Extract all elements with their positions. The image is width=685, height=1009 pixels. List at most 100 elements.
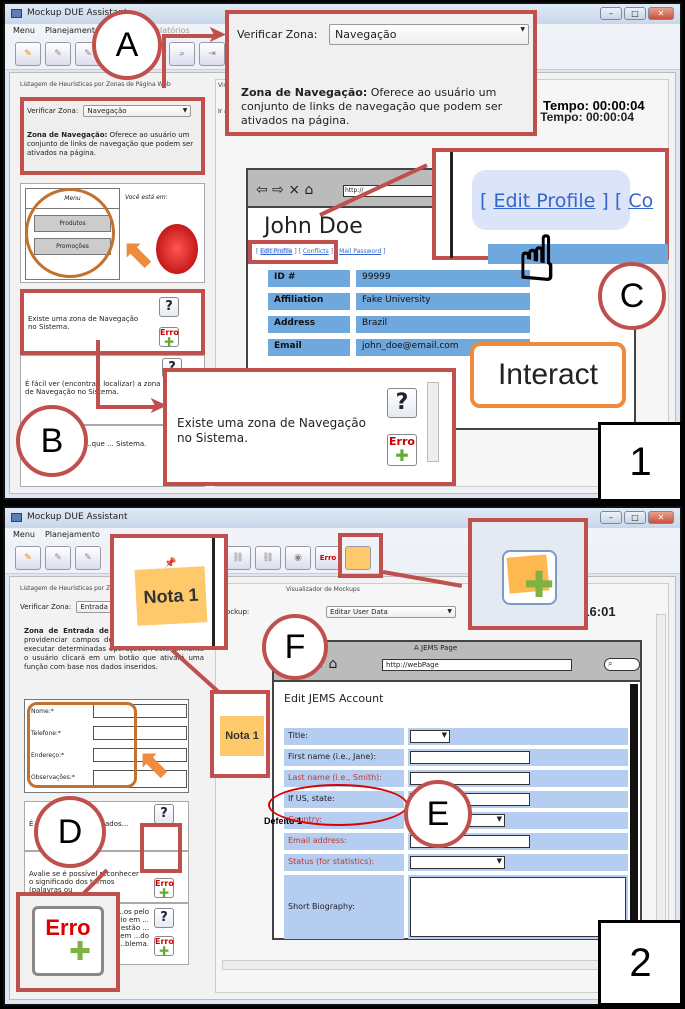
callout-c-label: C: [598, 262, 666, 330]
form-field-label: First name (i.e., Jane):: [284, 749, 404, 766]
zoom-callout-add-note: ✚: [468, 518, 588, 630]
close-button[interactable]: ✕: [648, 7, 674, 20]
form-select[interactable]: ▼: [410, 730, 450, 743]
timer-zoom: Tempo: 00:00:04: [543, 98, 645, 113]
menu-item-planejamento[interactable]: Planejamento: [45, 530, 100, 540]
new-project-icon[interactable]: ✎: [15, 546, 41, 570]
close-button[interactable]: ✕: [648, 511, 674, 524]
verify-zone-label-zoom: Verificar Zona:: [237, 28, 318, 41]
verify-zone-select[interactable]: Navegação: [83, 105, 192, 117]
heuristic-text: Existe uma zona de Navegação no Sistema.: [28, 315, 139, 331]
mail-password-link[interactable]: Mail Password: [339, 248, 381, 255]
help-button[interactable]: ?: [154, 908, 174, 928]
row-value: Brazil: [356, 316, 530, 333]
add-error-button-zoom[interactable]: Erro ✚: [387, 434, 417, 466]
row-label: Address: [268, 316, 350, 333]
vertical-scrollbar[interactable]: [656, 614, 666, 934]
panel-number-2: 2: [598, 920, 683, 1006]
callout-b-label: B: [16, 405, 88, 477]
callout-connector: [96, 340, 100, 408]
mockup-window-title: A JEMS Page: [414, 644, 458, 652]
zone-title-zoom: Zona de Navegação:: [241, 86, 368, 99]
you-are-label: Você está em:: [125, 194, 168, 201]
help-button[interactable]: ?: [159, 297, 179, 317]
arrow-right-icon: ➤: [148, 391, 169, 419]
horizontal-scrollbar[interactable]: [222, 960, 638, 970]
zoom-callout-b: Existe uma zona de Navegação no Sistema.…: [163, 368, 456, 486]
add-error-button[interactable]: Erro ✚: [159, 327, 179, 348]
row-label: Email: [268, 339, 350, 356]
scrollbar[interactable]: [427, 382, 439, 462]
note-placed-highlight: Nota 1: [210, 690, 270, 778]
callout-connector: [162, 34, 166, 88]
toolbar-note-highlight: [338, 533, 383, 578]
open-project-icon[interactable]: ✎: [45, 42, 71, 66]
plus-icon: ✚: [69, 937, 91, 967]
callout-f-label: F: [262, 614, 328, 680]
search-icon: ⌕: [604, 658, 640, 671]
app-icon: [11, 9, 22, 18]
zoom-callout-a: Verificar Zona: Navegação Zona de Navega…: [225, 10, 537, 136]
left-header: Listagem de Heurísticas por Zonas de Pág…: [20, 81, 171, 88]
minimize-button[interactable]: –: [600, 7, 622, 20]
verify-zone-label: Verificar Zona:: [27, 107, 79, 115]
note-small: Nota 1: [220, 716, 264, 756]
add-error-button[interactable]: Erro ✚: [154, 936, 174, 957]
highlight-rounded-box: [27, 702, 137, 788]
new-project-icon[interactable]: ✎: [15, 42, 41, 66]
menu-item-menu[interactable]: Menu: [13, 530, 35, 540]
orange-arrow-icon: ⬉: [137, 741, 171, 787]
form-field-label: Title:: [284, 728, 404, 745]
form-select[interactable]: ▼: [410, 856, 505, 869]
add-note-icon-zoom: ✚: [524, 565, 555, 606]
view-eye-icon[interactable]: ◉: [285, 546, 311, 570]
zone-title: Zona de Navegação:: [27, 131, 108, 139]
verify-zone-select-zoom[interactable]: Navegação: [329, 24, 529, 45]
mockup-select[interactable]: Editar User Data: [326, 606, 456, 618]
profile-name: John Doe: [264, 214, 363, 239]
edit-profile-link-zoom: [ Edit Profile ] [ Co: [480, 190, 654, 212]
error-button-highlight: [140, 823, 182, 873]
form-field-label: Email address:: [284, 833, 404, 850]
heuristic-text-zoom: Existe uma zona de Navegação no Sistema.: [177, 416, 366, 445]
menu-item-menu[interactable]: Menu: [13, 26, 35, 36]
verify-zone-label: Verificar Zona:: [20, 603, 72, 611]
add-user-link-icon[interactable]: ⛓: [255, 546, 281, 570]
add-error-button[interactable]: Erro ✚: [154, 878, 174, 899]
form-field-label: Short Biography:: [284, 875, 404, 939]
arrow-right-icon: ➤: [207, 20, 228, 48]
defect-ellipse: [268, 784, 408, 826]
zoom-callout-d: Erro ✚: [16, 892, 120, 992]
mascot-image: [156, 224, 198, 274]
form-input[interactable]: [410, 751, 530, 764]
mockup-url: http://webPage: [382, 659, 572, 671]
menu-item-planejamento[interactable]: Planejamento: [45, 26, 100, 36]
zone-box: Verificar Zona: Navegação Zona de Navega…: [20, 97, 205, 175]
open-project-icon[interactable]: ✎: [45, 546, 71, 570]
callout-e-label: E: [404, 780, 472, 848]
minimize-button[interactable]: –: [600, 511, 622, 524]
mockup-heading: Edit JEMS Account: [284, 692, 384, 705]
zone-example-form: Nome:* Telefone:* Endereço:* Observações…: [24, 699, 189, 793]
callout-a-label: A: [92, 10, 162, 80]
help-button-zoom[interactable]: ?: [387, 388, 417, 418]
app-icon: [11, 513, 22, 522]
maximize-button[interactable]: □: [624, 7, 646, 20]
zone-example: Menu Produtos Promoções Você está em: ⬉: [20, 183, 205, 283]
zoom-callout-note: Nota 1 📌: [110, 534, 228, 650]
hand-cursor-icon: ☝: [517, 222, 557, 295]
callout-d-label: D: [34, 796, 106, 868]
form-field-label: Status (for statistics):: [284, 854, 404, 871]
help-button[interactable]: ?: [154, 804, 174, 824]
form-textarea[interactable]: [410, 877, 626, 937]
orange-arrow-icon: ⬉: [121, 231, 155, 277]
mockup-scrollbar[interactable]: [630, 684, 638, 924]
search-save-icon[interactable]: ⌕: [169, 42, 195, 66]
save-project-icon[interactable]: ✎: [75, 546, 101, 570]
pin-icon: 📌: [164, 558, 177, 569]
maximize-button[interactable]: □: [624, 511, 646, 524]
row-label: ID #: [268, 270, 350, 287]
window-title: Mockup DUE Assistant: [27, 512, 128, 522]
add-link-icon[interactable]: ⛓: [225, 546, 251, 570]
right-header: Visualizador de Mockups: [286, 586, 360, 593]
